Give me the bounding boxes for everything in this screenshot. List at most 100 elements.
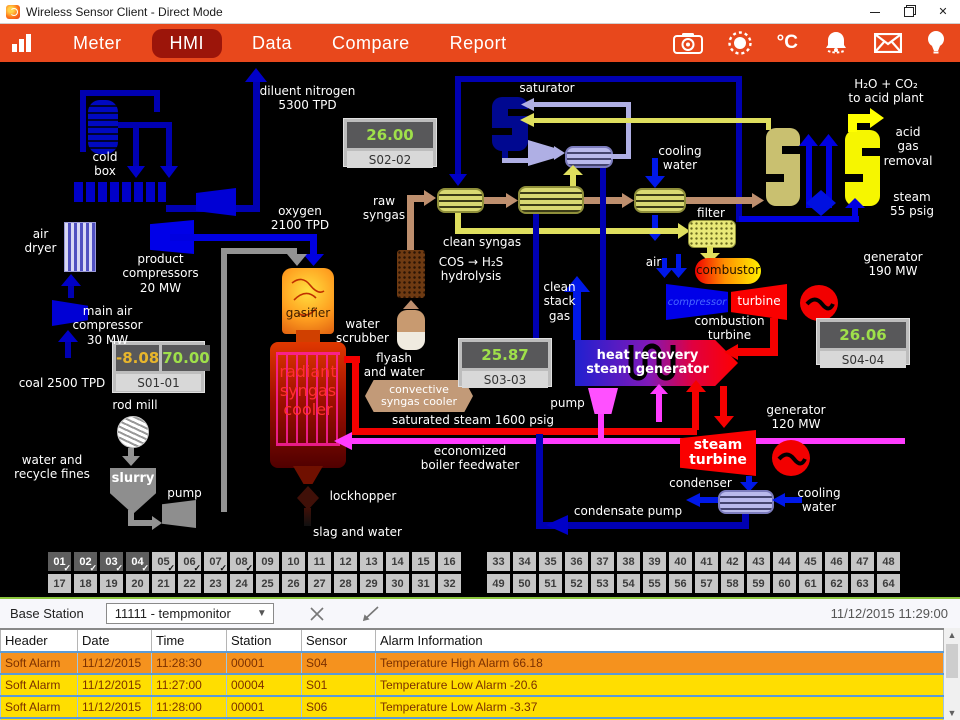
channel-cell[interactable]: 57 <box>695 574 718 593</box>
channel-cell[interactable]: 03 ✓ <box>100 552 123 571</box>
sensor-display-s02[interactable]: 26.00 S02-02 <box>343 118 437 167</box>
channel-cell[interactable]: 52 <box>565 574 588 593</box>
channel-cell[interactable]: 13 <box>360 552 383 571</box>
camera-icon[interactable] <box>673 32 703 54</box>
channel-cell[interactable]: 54 <box>617 574 640 593</box>
channel-cell[interactable]: 48 <box>877 552 900 571</box>
channel-cell[interactable]: 19 <box>100 574 123 593</box>
sensor-display-s04[interactable]: 26.06 S04-04 <box>816 318 910 365</box>
channel-cell[interactable]: 07 ✓ <box>204 552 227 571</box>
channel-cell[interactable]: 44 <box>773 552 796 571</box>
channel-cell[interactable]: 17 <box>48 574 71 593</box>
col-station[interactable]: Station <box>227 629 302 652</box>
channel-cell[interactable]: 60 <box>773 574 796 593</box>
channel-cell[interactable]: 09 <box>256 552 279 571</box>
channel-cell[interactable]: 63 <box>851 574 874 593</box>
tab-data[interactable]: Data <box>252 33 292 54</box>
channel-cell[interactable]: 43 <box>747 552 770 571</box>
maximize-button[interactable] <box>892 0 926 23</box>
col-sensor[interactable]: Sensor <box>302 629 376 652</box>
channel-cell[interactable]: 39 <box>643 552 666 571</box>
channel-cell[interactable]: 08 ✓ <box>230 552 253 571</box>
channel-cell[interactable]: 45 <box>799 552 822 571</box>
channel-cell[interactable]: 16 <box>438 552 461 571</box>
channel-cell[interactable]: 26 <box>282 574 305 593</box>
channel-cell[interactable]: 38 <box>617 552 640 571</box>
brightness-icon[interactable] <box>727 30 753 56</box>
table-scrollbar[interactable]: ▲ ▼ <box>944 628 960 720</box>
alarm-row[interactable]: Soft Alarm 11/12/2015 11:27:00 00004 S01… <box>1 674 944 696</box>
alarm-row[interactable]: Soft Alarm 11/12/2015 11:28:30 00001 S04… <box>1 652 944 674</box>
channel-cell[interactable]: 47 <box>851 552 874 571</box>
channel-cell[interactable]: 20 <box>126 574 149 593</box>
tab-meter[interactable]: Meter <box>73 33 122 54</box>
temperature-unit-icon[interactable]: °C <box>777 32 798 54</box>
tab-compare[interactable]: Compare <box>332 33 410 54</box>
channel-cell[interactable]: 62 <box>825 574 848 593</box>
scroll-up-icon[interactable]: ▲ <box>948 628 957 642</box>
channel-cell[interactable]: 12 <box>334 552 357 571</box>
channel-cell[interactable]: 21 <box>152 574 175 593</box>
channel-cell[interactable]: 14 <box>386 552 409 571</box>
channel-cell[interactable]: 41 <box>695 552 718 571</box>
channel-cell[interactable]: 53 <box>591 574 614 593</box>
channel-cell[interactable]: 61 <box>799 574 822 593</box>
channel-cell[interactable]: 64 <box>877 574 900 593</box>
channel-cell[interactable]: 28 <box>334 574 357 593</box>
bulb-icon[interactable] <box>926 30 946 56</box>
channel-cell[interactable]: 49 <box>487 574 510 593</box>
channel-cell[interactable]: 46 <box>825 552 848 571</box>
channel-cell[interactable]: 23 <box>204 574 227 593</box>
channel-cell[interactable]: 42 <box>721 552 744 571</box>
channel-cell[interactable]: 31 <box>412 574 435 593</box>
minimize-button[interactable] <box>858 0 892 23</box>
col-date[interactable]: Date <box>78 629 152 652</box>
alarm-row[interactable]: Soft Alarm 11/12/2015 11:28:00 00001 S06… <box>1 696 944 718</box>
channel-cell[interactable]: 29 <box>360 574 383 593</box>
channel-cell[interactable]: 27 <box>308 574 331 593</box>
channel-cell[interactable]: 50 <box>513 574 536 593</box>
channel-cell[interactable]: 18 <box>74 574 97 593</box>
tab-report[interactable]: Report <box>450 33 507 54</box>
channel-cell[interactable]: 34 <box>513 552 536 571</box>
label-water-recycle: water and recycle fines <box>3 453 101 482</box>
scroll-down-icon[interactable]: ▼ <box>948 706 957 720</box>
col-time[interactable]: Time <box>152 629 227 652</box>
channel-cell[interactable]: 10 <box>282 552 305 571</box>
close-button[interactable]: ✕ <box>926 0 960 23</box>
channel-cell[interactable]: 15 <box>412 552 435 571</box>
bell-icon[interactable] <box>822 31 850 55</box>
channel-cell[interactable]: 33 <box>487 552 510 571</box>
channel-cell[interactable]: 55 <box>643 574 666 593</box>
channel-cell[interactable]: 24 <box>230 574 253 593</box>
tab-hmi[interactable]: HMI <box>152 29 223 58</box>
channel-cell[interactable]: 02 ✓ <box>74 552 97 571</box>
channel-cell[interactable]: 35 <box>539 552 562 571</box>
channel-cell[interactable]: 36 <box>565 552 588 571</box>
bar-chart-icon[interactable] <box>12 34 31 52</box>
channel-cell[interactable]: 01 ✓ <box>48 552 71 571</box>
channel-cell[interactable]: 59 <box>747 574 770 593</box>
col-header[interactable]: Header <box>1 629 78 652</box>
channel-cell[interactable]: 04 ✓ <box>126 552 149 571</box>
base-station-select[interactable]: 11111 - tempmonitor ▼ <box>106 603 274 624</box>
sensor-display-s01[interactable]: -8.08 70.00 S01-01 <box>112 341 205 393</box>
edit-pencil-icon[interactable] <box>360 605 382 623</box>
channel-cell[interactable]: 32 <box>438 574 461 593</box>
channel-cell[interactable]: 58 <box>721 574 744 593</box>
col-alarm-info[interactable]: Alarm Information <box>376 629 944 652</box>
channel-cell[interactable]: 51 <box>539 574 562 593</box>
mail-icon[interactable] <box>874 33 902 53</box>
clear-icon[interactable] <box>308 605 326 623</box>
channel-cell[interactable]: 40 <box>669 552 692 571</box>
channel-cell[interactable]: 22 <box>178 574 201 593</box>
channel-cell[interactable]: 06 ✓ <box>178 552 201 571</box>
channel-cell[interactable]: 56 <box>669 574 692 593</box>
channel-cell[interactable]: 05 ✓ <box>152 552 175 571</box>
sensor-display-s03[interactable]: 25.87 S03-03 <box>458 338 552 387</box>
channel-cell[interactable]: 25 <box>256 574 279 593</box>
channel-cell[interactable]: 11 <box>308 552 331 571</box>
scroll-thumb[interactable] <box>946 644 958 678</box>
channel-cell[interactable]: 30 <box>386 574 409 593</box>
channel-cell[interactable]: 37 <box>591 552 614 571</box>
